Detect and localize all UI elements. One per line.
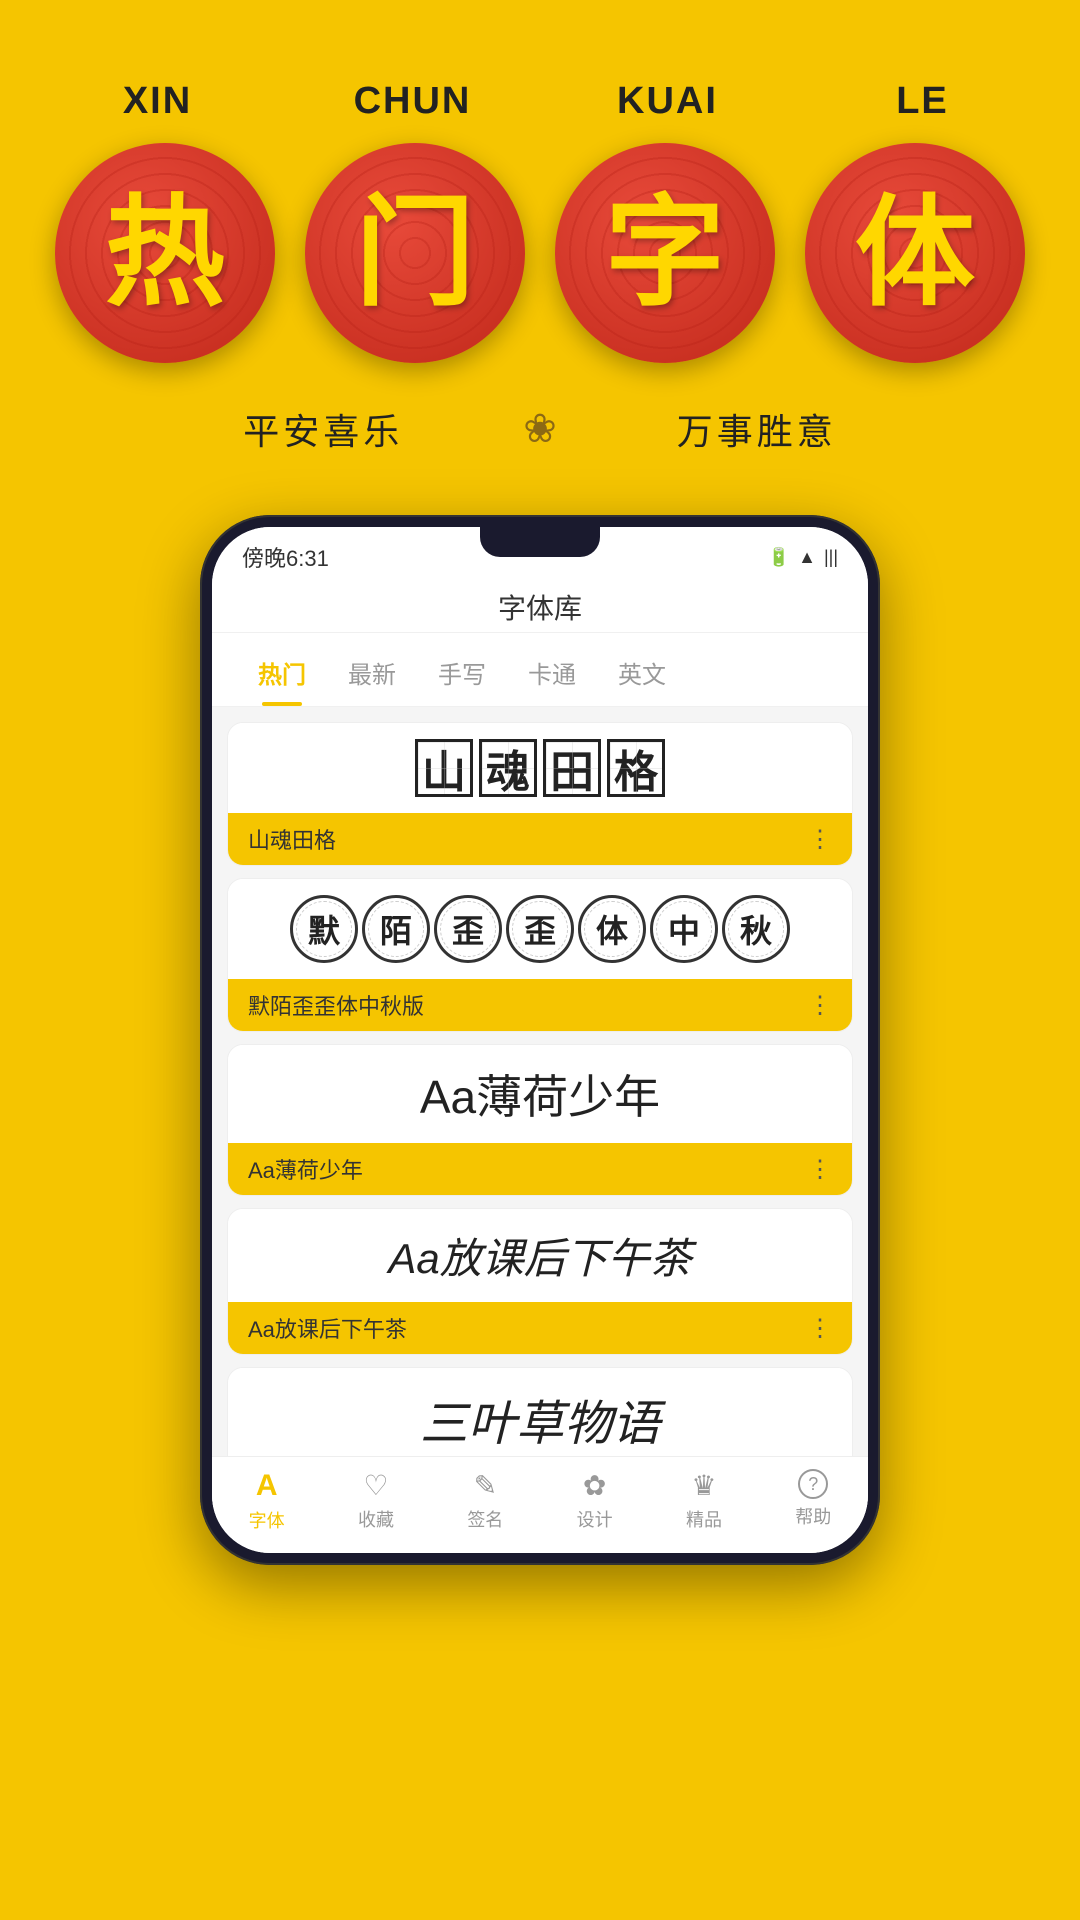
nav-label-help: 帮助 xyxy=(795,1503,831,1529)
font-footer-4: Aa放课后下午茶 ⋮ xyxy=(228,1302,852,1354)
nav-icon-design: ✿ xyxy=(583,1469,606,1502)
nav-icon-premium: ♛ xyxy=(691,1469,716,1502)
circle-char-4: 歪 xyxy=(506,895,574,963)
font-list: 山 魂 田 格 山魂田格 ⋮ 默 xyxy=(212,707,868,1538)
nav-favorites[interactable]: ♡ 收藏 xyxy=(358,1469,394,1533)
font-name-2: 默陌歪歪体中秋版 xyxy=(248,989,424,1021)
nav-label-design: 设计 xyxy=(577,1506,613,1532)
char-men: 门 xyxy=(355,193,475,313)
font-preview-2: 默 陌 歪 歪 体 中 秋 xyxy=(228,879,852,979)
nav-icon-fonts: A xyxy=(256,1469,278,1503)
font-text-3: Aa薄荷少年 xyxy=(420,1061,660,1127)
pinyin-row: XIN CHUN KUAI LE xyxy=(0,80,1080,123)
status-icons: 🔋 ▲ ||| xyxy=(768,547,838,568)
font-name-4: Aa放课后下午茶 xyxy=(248,1312,407,1344)
font-card-4[interactable]: Aa放课后下午茶 Aa放课后下午茶 ⋮ xyxy=(227,1208,853,1355)
more-icon-4[interactable]: ⋮ xyxy=(808,1314,832,1343)
font-preview-5: 三叶草物语 xyxy=(228,1368,852,1470)
circle-char-2: 陌 xyxy=(362,895,430,963)
phone-container: 傍晚6:31 🔋 ▲ ||| 字体库 热门 最新 手写 卡通 英文 xyxy=(0,515,1080,1565)
nav-fonts[interactable]: A 字体 xyxy=(249,1469,285,1533)
font-text-5: 三叶草物语 xyxy=(420,1384,660,1454)
font-footer-2: 默陌歪歪体中秋版 ⋮ xyxy=(228,979,852,1031)
bottom-nav: A 字体 ♡ 收藏 ✎ 签名 ✿ 设计 ♛ 精品 xyxy=(212,1456,868,1553)
tab-hot[interactable]: 热门 xyxy=(242,649,322,706)
nav-icon-help: ? xyxy=(798,1469,828,1499)
subtitle-row: 平安喜乐 ❀ 万事胜意 xyxy=(243,403,837,455)
nav-icon-favorites: ♡ xyxy=(363,1469,388,1502)
battery-icon: 🔋 xyxy=(768,547,790,568)
pinyin-kuai: KUAI xyxy=(570,80,765,123)
top-section: XIN CHUN KUAI LE 热 门 字 体 平安喜乐 ❀ 万事胜意 xyxy=(0,0,1080,455)
tab-cartoon[interactable]: 卡通 xyxy=(512,649,592,706)
signal-icon: ||| xyxy=(824,547,838,568)
nav-premium[interactable]: ♛ 精品 xyxy=(686,1469,722,1533)
font-preview-3: Aa薄荷少年 xyxy=(228,1045,852,1143)
nav-label-premium: 精品 xyxy=(686,1506,722,1532)
app-header: 字体库 xyxy=(212,577,868,633)
nav-icon-signature: ✎ xyxy=(474,1469,497,1502)
font-name-1: 山魂田格 xyxy=(248,823,336,855)
font-name-3: Aa薄荷少年 xyxy=(248,1153,363,1185)
phone-notch xyxy=(480,527,600,557)
font-text-4: Aa放课后下午茶 xyxy=(388,1225,691,1286)
tab-handwriting[interactable]: 手写 xyxy=(422,649,502,706)
nav-signature[interactable]: ✎ 签名 xyxy=(467,1469,503,1533)
app-title: 字体库 xyxy=(498,593,582,624)
tab-new[interactable]: 最新 xyxy=(332,649,412,706)
phone-mockup: 傍晚6:31 🔋 ▲ ||| 字体库 热门 最新 手写 卡通 英文 xyxy=(200,515,880,1565)
status-time: 傍晚6:31 xyxy=(242,541,329,573)
pinyin-le: LE xyxy=(825,80,1020,123)
more-icon-1[interactable]: ⋮ xyxy=(808,825,832,854)
grid-char-1: 山 xyxy=(415,739,473,797)
circle-char-1: 默 xyxy=(290,895,358,963)
subtitle-right: 万事胜意 xyxy=(677,403,837,455)
wifi-icon: ▲ xyxy=(798,547,816,568)
circle-char-7: 秋 xyxy=(722,895,790,963)
char-zi: 字 xyxy=(605,193,725,313)
circle-men: 门 xyxy=(305,143,525,363)
pinyin-xin: XIN xyxy=(60,80,255,123)
circle-ti: 体 xyxy=(805,143,1025,363)
circle-re: 热 xyxy=(55,143,275,363)
font-preview-1: 山 魂 田 格 xyxy=(228,723,852,813)
font-card-2[interactable]: 默 陌 歪 歪 体 中 秋 默陌歪歪体中秋版 ⋮ xyxy=(227,878,853,1032)
subtitle-left: 平安喜乐 xyxy=(243,403,403,455)
circle-char-6: 中 xyxy=(650,895,718,963)
char-re: 热 xyxy=(105,193,225,313)
font-card-3[interactable]: Aa薄荷少年 Aa薄荷少年 ⋮ xyxy=(227,1044,853,1196)
grid-char-2: 魂 xyxy=(479,739,537,797)
font-footer-1: 山魂田格 ⋮ xyxy=(228,813,852,865)
nav-label-fonts: 字体 xyxy=(249,1507,285,1533)
circle-char-5: 体 xyxy=(578,895,646,963)
nav-help[interactable]: ? 帮助 xyxy=(795,1469,831,1533)
nav-design[interactable]: ✿ 设计 xyxy=(577,1469,613,1533)
circle-char-3: 歪 xyxy=(434,895,502,963)
font-footer-3: Aa薄荷少年 ⋮ xyxy=(228,1143,852,1195)
font-preview-4: Aa放课后下午茶 xyxy=(228,1209,852,1302)
circles-row: 热 门 字 体 xyxy=(55,143,1025,363)
tab-english[interactable]: 英文 xyxy=(602,649,682,706)
tabs-row[interactable]: 热门 最新 手写 卡通 英文 xyxy=(212,633,868,707)
lotus-icon: ❀ xyxy=(523,406,557,452)
phone-screen: 傍晚6:31 🔋 ▲ ||| 字体库 热门 最新 手写 卡通 英文 xyxy=(212,527,868,1553)
grid-char-4: 格 xyxy=(607,739,665,797)
nav-label-signature: 签名 xyxy=(467,1506,503,1532)
char-ti: 体 xyxy=(855,193,975,313)
pinyin-chun: CHUN xyxy=(315,80,510,123)
grid-char-3: 田 xyxy=(543,739,601,797)
font-card-1[interactable]: 山 魂 田 格 山魂田格 ⋮ xyxy=(227,722,853,866)
circle-zi: 字 xyxy=(555,143,775,363)
nav-label-favorites: 收藏 xyxy=(358,1506,394,1532)
more-icon-2[interactable]: ⋮ xyxy=(808,991,832,1020)
more-icon-3[interactable]: ⋮ xyxy=(808,1155,832,1184)
